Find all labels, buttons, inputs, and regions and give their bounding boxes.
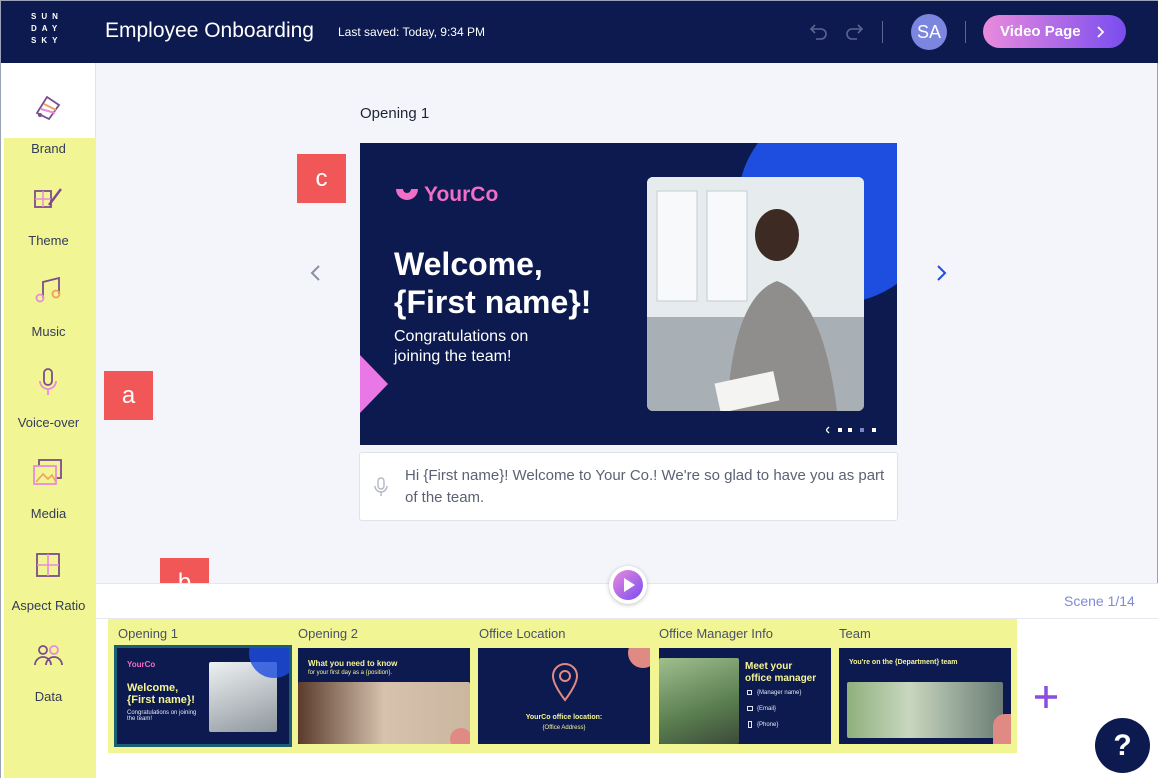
- sidebar: Brand Theme Music Voice-over Media Aspec…: [1, 63, 96, 778]
- annotation-tag-c: c: [297, 154, 346, 203]
- thumb-heading-2: office manager: [745, 673, 817, 684]
- thumb-location-label: YourCo office location:: [525, 714, 603, 721]
- brand-name: YourCo: [424, 183, 499, 206]
- yourco-logo: YourCo: [394, 183, 498, 207]
- add-scene-plus-icon[interactable]: [1032, 683, 1060, 711]
- scene-thumbnail-office-location[interactable]: YourCo office location: {Office Address}: [478, 648, 650, 744]
- thumbnail-label: Office Location: [479, 626, 566, 641]
- decorative-triangle: [360, 355, 388, 413]
- header-divider: [882, 21, 883, 43]
- music-note-icon: [35, 276, 61, 303]
- thumb-decor: [993, 714, 1011, 744]
- thumb-heading-1: Meet your: [745, 661, 793, 672]
- scene-thumbnail-opening-2[interactable]: What you need to know for your first day…: [298, 648, 470, 744]
- person-icon: [747, 690, 752, 695]
- sidebar-item-voice-over[interactable]: Voice-over: [1, 365, 96, 445]
- welcome-subtext: Congratulations on joining the team!: [394, 328, 529, 365]
- envelope-icon: [747, 706, 753, 711]
- headline-line-1: Welcome,: [394, 246, 543, 282]
- sidebar-item-label: Music: [31, 324, 66, 339]
- headline-line-2: {First name}!: [394, 284, 592, 320]
- palette-swatch-icon: [35, 95, 61, 121]
- thumbnail-label: Opening 2: [298, 626, 358, 641]
- employee-photo: [647, 177, 864, 411]
- thumb-address: {Office Address}: [542, 725, 586, 731]
- user-avatar[interactable]: SA: [911, 14, 947, 50]
- scene-thumbnail-office-manager-info[interactable]: Meet your office manager {Manager name} …: [659, 648, 831, 744]
- microphone-icon: [374, 477, 388, 496]
- sidebar-item-label: Theme: [28, 233, 69, 248]
- app-header: SUN DAY SKY Employee Onboarding Last saved…: [1, 1, 1158, 63]
- phone-icon: [748, 721, 752, 728]
- thumb-decor: [450, 728, 470, 744]
- thumb-headline-2: {First name}!: [127, 694, 195, 706]
- help-button[interactable]: ?: [1095, 718, 1150, 773]
- undo-icon[interactable]: [807, 21, 829, 43]
- media-images-icon: [33, 459, 62, 485]
- play-icon: [624, 578, 635, 592]
- thumb-photo: [847, 682, 1003, 738]
- thumbnail-label: Team: [839, 626, 871, 641]
- thumb-heading: You're on the {Department} team: [849, 659, 958, 666]
- thumb-brand: YourCo: [127, 660, 156, 669]
- last-saved-status: Last saved: Today, 9:34 PM: [338, 25, 485, 39]
- next-scene-arrow-icon[interactable]: [931, 263, 951, 283]
- thumb-decor: [628, 648, 650, 668]
- scene-preview[interactable]: YourCo Welcome, {First name}! Congratula…: [360, 143, 897, 445]
- thumb-photo: [659, 658, 739, 744]
- previous-scene-arrow-icon[interactable]: [306, 263, 326, 283]
- video-page-button[interactable]: Video Page: [983, 15, 1126, 48]
- thumb-subtext: Congratulations on joining the team!: [127, 710, 197, 722]
- theme-brush-icon: [34, 188, 62, 208]
- scene-thumbnail-team[interactable]: You're on the {Department} team: [839, 648, 1011, 744]
- sidebar-item-label: Brand: [31, 141, 66, 156]
- thumb-heading: What you need to know: [308, 659, 398, 668]
- thumb-headline-1: Welcome,: [127, 682, 179, 694]
- scene-title: Opening 1: [360, 105, 430, 122]
- redo-icon[interactable]: [844, 21, 866, 43]
- microphone-icon: [39, 368, 57, 395]
- thumb-phone: {Phone}: [757, 722, 779, 728]
- aspect-ratio-icon: [36, 553, 60, 577]
- sidebar-item-label: Voice-over: [17, 415, 80, 430]
- yourco-logo-icon: [396, 189, 418, 200]
- slide-dots-indicator: [826, 426, 876, 434]
- voiceover-text[interactable]: Hi {First name}! Welcome to Your Co.! We…: [405, 465, 890, 509]
- thumb-email: {Email}: [757, 706, 777, 712]
- header-divider: [965, 21, 966, 43]
- annotation-tag-a: a: [104, 371, 153, 420]
- thumb-manager-name: {Manager name}: [757, 690, 802, 696]
- sidebar-item-theme[interactable]: Theme: [1, 183, 96, 263]
- chevron-right-icon: [1097, 26, 1105, 38]
- map-pin-icon: [551, 662, 579, 702]
- sidebar-item-aspect-ratio[interactable]: Aspect Ratio: [1, 548, 96, 628]
- scene-thumbnail-opening-1[interactable]: YourCo Welcome, {First name}! Congratula…: [114, 645, 292, 747]
- thumbnail-label: Office Manager Info: [659, 626, 773, 641]
- sidebar-item-data[interactable]: Data: [1, 639, 96, 719]
- video-page-label: Video Page: [1000, 23, 1081, 40]
- sidebar-item-label: Media: [30, 506, 67, 521]
- play-button[interactable]: [609, 566, 647, 604]
- thumb-subheading: for your first day as a {position}.: [308, 670, 393, 676]
- thumbnail-label: Opening 1: [118, 626, 178, 641]
- sidebar-item-brand[interactable]: Brand: [1, 91, 96, 171]
- project-title[interactable]: Employee Onboarding: [105, 19, 314, 43]
- thumb-photo: [298, 682, 470, 744]
- sidebar-item-label: Data: [34, 689, 63, 704]
- voiceover-textbox[interactable]: Hi {First name}! Welcome to Your Co.! We…: [359, 452, 898, 521]
- sidebar-item-music[interactable]: Music: [1, 274, 96, 354]
- sidebar-item-media[interactable]: Media: [1, 456, 96, 536]
- sidebar-item-label: Aspect Ratio: [11, 598, 86, 613]
- sundaysky-logo[interactable]: SUN DAY SKY: [31, 11, 67, 47]
- scene-counter: Scene 1/14: [1064, 593, 1135, 609]
- welcome-headline: Welcome, {First name}!: [394, 245, 591, 321]
- users-data-icon: [34, 645, 63, 666]
